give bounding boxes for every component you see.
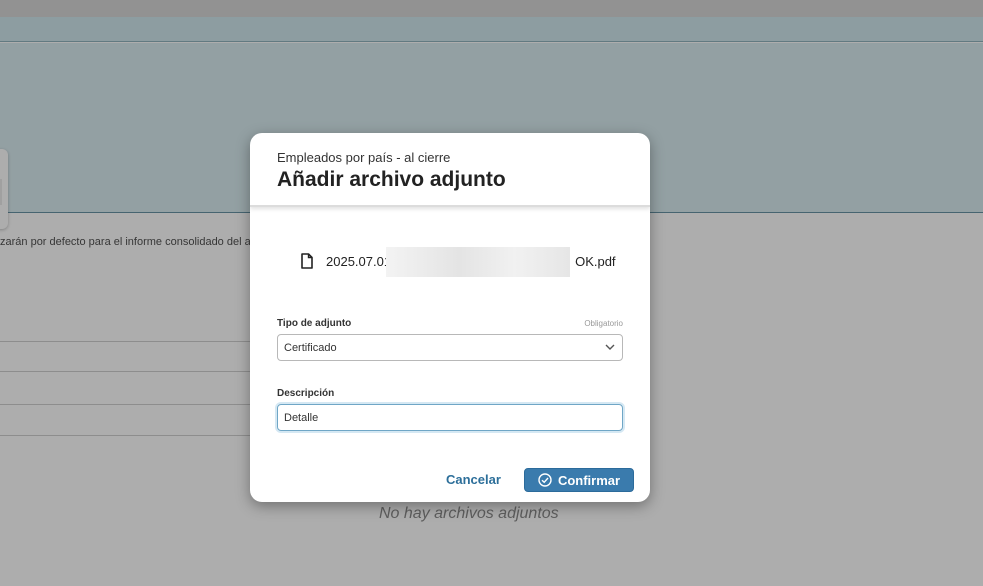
selected-file: 2025.07.01 OK.pdf — [300, 246, 616, 277]
redacted-filename — [386, 246, 570, 277]
add-attachment-dialog: Empleados por país - al cierre Añadir ar… — [250, 133, 650, 502]
description-input[interactable]: Detalle — [277, 404, 623, 431]
confirm-label: Confirmar — [557, 472, 621, 488]
dialog-header: Empleados por país - al cierre Añadir ar… — [250, 133, 650, 207]
description-label: Descripción — [277, 388, 335, 399]
file-name-prefix: 2025.07.01 — [326, 253, 392, 269]
dialog-subtitle: Empleados por país - al cierre — [277, 150, 451, 165]
file-icon — [301, 253, 313, 269]
attachment-type-value: Certificado — [284, 342, 337, 354]
cancel-button[interactable]: Cancelar — [446, 472, 501, 487]
attachment-type-label: Tipo de adjunto — [277, 318, 352, 329]
description-value: Detalle — [284, 412, 319, 424]
file-name: 2025.07.01 OK.pdf — [326, 246, 616, 277]
check-circle-icon — [538, 473, 552, 487]
confirm-button[interactable]: Confirmar — [524, 468, 634, 492]
required-note: Obligatorio — [584, 319, 623, 328]
file-name-suffix: OK.pdf — [575, 253, 616, 269]
attachment-type-select[interactable]: Certificado — [277, 334, 623, 361]
chevron-down-icon — [605, 344, 615, 350]
dialog-title: Añadir archivo adjunto — [277, 168, 506, 191]
